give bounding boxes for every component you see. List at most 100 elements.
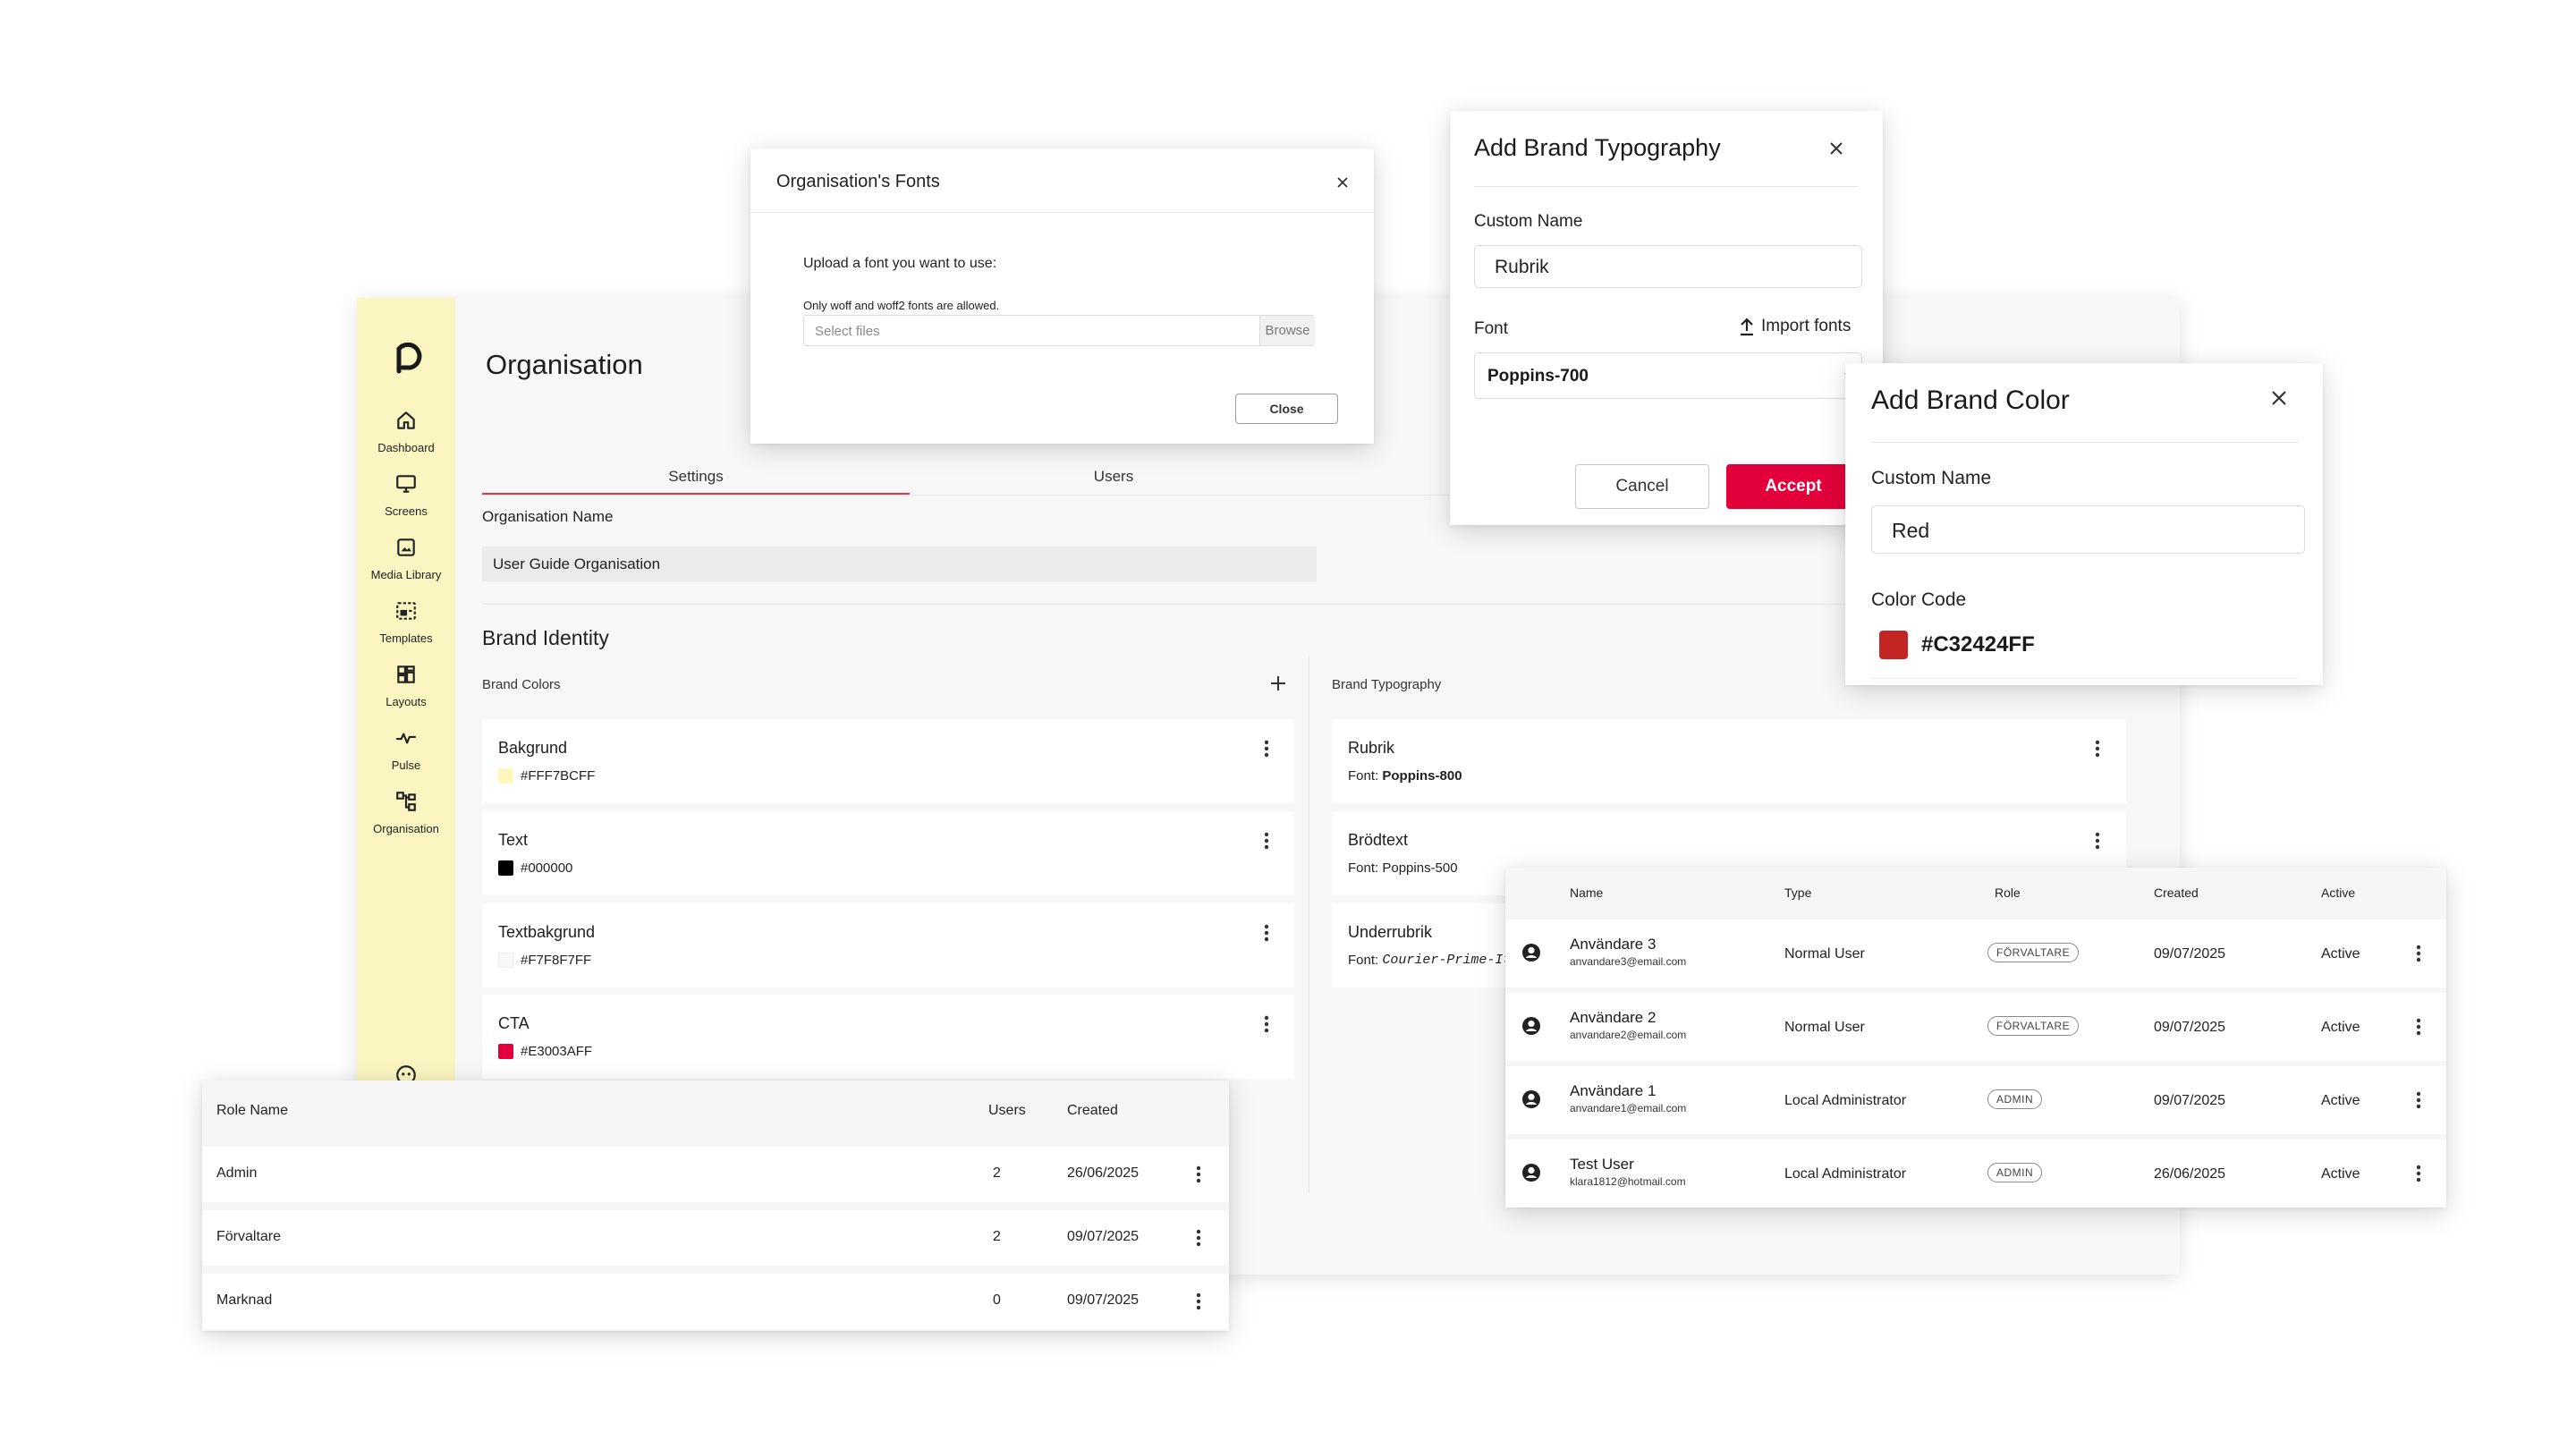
cancel-button[interactable]: Cancel	[1575, 464, 1709, 509]
file-placeholder: Select files	[815, 324, 880, 339]
grid-icon	[397, 665, 415, 683]
user-name: Användare 3	[1570, 936, 1657, 953]
nav-media-library[interactable]: Media Library	[357, 536, 455, 581]
accept-button[interactable]: Accept	[1726, 464, 1860, 509]
custom-name-input[interactable]: Rubrik	[1474, 245, 1862, 288]
brand-color-card[interactable]: CTA #E3003AFF	[482, 995, 1294, 1079]
home-icon	[397, 411, 415, 429]
custom-name-value: Red	[1892, 519, 1930, 542]
more-options-icon[interactable]	[2416, 1017, 2421, 1037]
more-options-icon[interactable]	[1196, 1228, 1201, 1248]
role-users: 0	[993, 1292, 1001, 1308]
tab-settings[interactable]: Settings	[482, 468, 910, 486]
custom-name-label: Custom Name	[1474, 212, 1583, 231]
user-icon	[1522, 944, 1540, 962]
table-row[interactable]: Användare 1 anvandare1@email.com Local A…	[1505, 1066, 2446, 1134]
custom-name-input[interactable]: Red	[1871, 505, 2305, 554]
color-code: #E3003AFF	[521, 1044, 593, 1059]
monitor-icon	[396, 475, 416, 493]
role-users: 2	[993, 1229, 1001, 1244]
more-options-icon[interactable]	[1196, 1292, 1201, 1311]
close-icon[interactable]	[1827, 140, 1845, 157]
nav-pulse[interactable]: Pulse	[357, 726, 455, 772]
typography-dialog: Add Brand Typography Custom Name Rubrik …	[1450, 111, 1883, 525]
user-active: Active	[2321, 1020, 2360, 1035]
more-options-icon[interactable]	[1264, 739, 1269, 758]
org-name-label: Organisation Name	[482, 508, 614, 525]
user-name: Användare 1	[1570, 1082, 1657, 1099]
more-options-icon[interactable]	[1264, 1014, 1269, 1034]
brand-typography-card[interactable]: Rubrik Font: Poppins-800	[1332, 719, 2126, 803]
font-select-value: Poppins-700	[1487, 367, 1589, 386]
font-select[interactable]: Poppins-700	[1474, 352, 1862, 399]
user-type: Normal User	[1784, 946, 1865, 962]
user-type: Local Administrator	[1784, 1093, 1907, 1108]
nav-layouts[interactable]: Layouts	[357, 663, 455, 708]
brand-color-card[interactable]: Bakgrund #FFF7BCFF	[482, 719, 1294, 803]
more-options-icon[interactable]	[2416, 944, 2421, 963]
color-swatch	[498, 1044, 513, 1059]
brand-color-card[interactable]: Text #000000	[482, 811, 1294, 895]
roles-table: Role Name Users Created Admin 2 26/06/20…	[202, 1080, 1229, 1331]
brand-color-card[interactable]: Textbakgrund #F7F8F7FF	[482, 903, 1294, 987]
more-options-icon[interactable]	[2095, 739, 2100, 758]
nav-label: Screens	[385, 504, 428, 518]
dialog-title: Add Brand Color	[1871, 386, 2070, 415]
table-row[interactable]: Användare 2 anvandare2@email.com Normal …	[1505, 993, 2446, 1061]
user-icon	[1522, 1017, 1540, 1035]
color-name: Text	[498, 831, 529, 849]
color-swatch-button[interactable]	[1879, 631, 1908, 659]
add-color-button[interactable]	[1268, 674, 1288, 693]
dialog-title: Add Brand Typography	[1474, 134, 1721, 161]
role-created: 09/07/2025	[1067, 1229, 1140, 1244]
upload-prompt: Upload a font you want to use:	[803, 256, 997, 271]
import-fonts-label: Import fonts	[1761, 317, 1852, 335]
file-picker[interactable]: Select files Browse	[803, 315, 1315, 346]
table-row[interactable]: Test User klara1812@hotmail.com Local Ad…	[1505, 1140, 2446, 1208]
nav-dashboard[interactable]: Dashboard	[357, 409, 455, 454]
browse-button[interactable]: Browse	[1259, 316, 1315, 345]
header-type: Type	[1784, 886, 1812, 900]
header-name: Name	[1570, 886, 1604, 900]
user-created: 09/07/2025	[2154, 946, 2226, 962]
custom-name-value: Rubrik	[1495, 257, 1549, 277]
tab-users[interactable]: Users	[900, 468, 1327, 486]
more-options-icon[interactable]	[1264, 923, 1269, 943]
close-icon[interactable]	[1335, 175, 1350, 190]
role-badge: ADMIN	[1987, 1163, 2043, 1182]
close-icon[interactable]	[2269, 388, 2289, 408]
divider	[1474, 186, 1859, 187]
nav-label: Layouts	[386, 695, 427, 708]
more-options-icon[interactable]	[1196, 1165, 1201, 1184]
tab-active-indicator	[482, 493, 910, 495]
color-code-label: Color Code	[1871, 589, 1967, 610]
nav-templates[interactable]: Templates	[357, 599, 455, 645]
brand-identity-title: Brand Identity	[482, 626, 609, 649]
color-code-value[interactable]: #C32424FF	[1921, 632, 2035, 657]
table-row[interactable]: Förvaltare 2 09/07/2025	[202, 1210, 1229, 1266]
table-row[interactable]: Marknad 0 09/07/2025	[202, 1274, 1229, 1329]
more-options-icon[interactable]	[2416, 1164, 2421, 1183]
more-options-icon[interactable]	[2095, 831, 2100, 851]
brand-colors-title: Brand Colors	[482, 677, 561, 692]
more-options-icon[interactable]	[1264, 831, 1269, 851]
color-dialog: Add Brand Color Custom Name Red Color Co…	[1845, 363, 2323, 685]
import-fonts-button[interactable]: Import fonts	[1738, 317, 1851, 336]
nav-screens[interactable]: Screens	[357, 472, 455, 518]
table-row[interactable]: Admin 2 26/06/2025	[202, 1147, 1229, 1202]
color-swatch	[498, 768, 513, 784]
user-type: Normal User	[1784, 1020, 1865, 1035]
role-name: Admin	[216, 1165, 258, 1181]
plus-icon	[1271, 676, 1285, 691]
upload-icon	[1741, 318, 1753, 336]
logo-icon[interactable]	[387, 339, 425, 377]
close-button[interactable]: Close	[1235, 394, 1338, 424]
more-options-icon[interactable]	[2416, 1090, 2421, 1110]
header-role-name: Role Name	[216, 1103, 289, 1118]
role-users: 2	[993, 1165, 1001, 1181]
role-created: 09/07/2025	[1067, 1292, 1140, 1308]
typography-name: Brödtext	[1348, 831, 1409, 849]
table-row[interactable]: Användare 3 anvandare3@email.com Normal …	[1505, 919, 2446, 987]
org-name-input[interactable]: User Guide Organisation	[482, 547, 1317, 581]
nav-organisation[interactable]: Organisation	[357, 790, 455, 835]
